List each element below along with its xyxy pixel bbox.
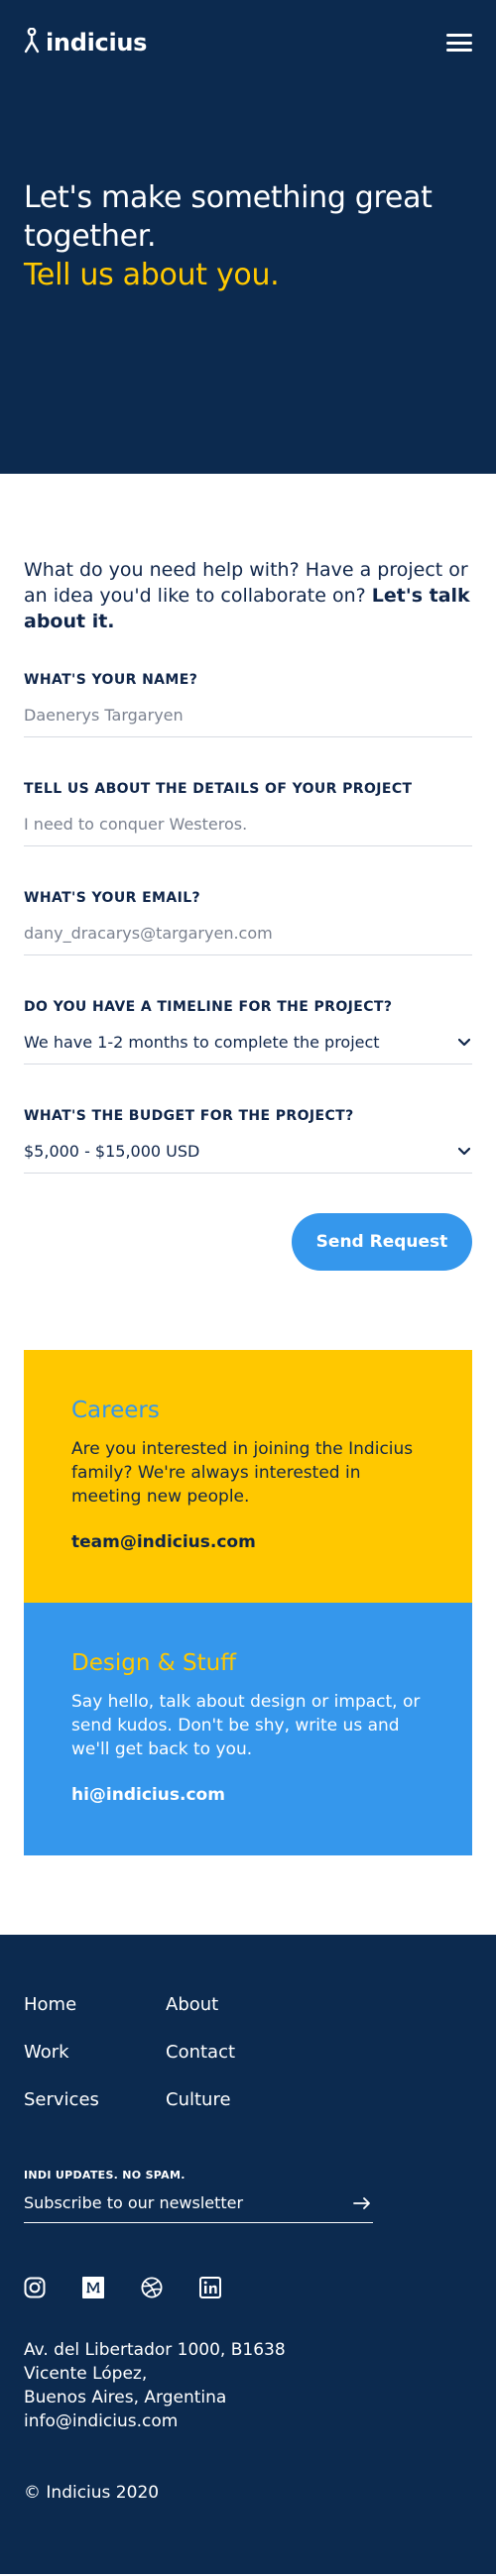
timeline-select-value: We have 1-2 months to complete the proje… [24, 1033, 380, 1052]
budget-select-value: $5,000 - $15,000 USD [24, 1142, 200, 1161]
project-details-field[interactable] [24, 815, 472, 846]
budget-select[interactable]: $5,000 - $15,000 USD [24, 1142, 472, 1174]
chevron-down-icon [456, 1035, 472, 1051]
chevron-down-icon [456, 1144, 472, 1160]
name-field-label: What's your name? [24, 672, 198, 688]
hero-section: indicius Let's make something great toge… [0, 0, 496, 474]
footer-link-home[interactable]: Home [24, 1994, 166, 2016]
name-field[interactable] [24, 706, 472, 737]
hamburger-menu-icon[interactable] [446, 32, 472, 54]
budget-field-label: What's the budget for the project? [24, 1108, 354, 1124]
hero-title: Let's make something great together. Tel… [24, 178, 472, 294]
email-field-label: What's your email? [24, 890, 201, 906]
design-card-text: Say hello, talk about design or impact, … [71, 1692, 421, 1759]
budget-field-group: What's the budget for the project? $5,00… [24, 1108, 472, 1174]
footer: Home About Work Contact Services Culture… [0, 1935, 496, 2574]
logo-link[interactable]: indicius [24, 27, 148, 57]
contact-form: What do you need help with? Have a proje… [0, 474, 496, 1271]
footer-link-services[interactable]: Services [24, 2089, 166, 2111]
newsletter-label: INDI UPDATES. NO SPAM. [24, 2169, 186, 2182]
send-wrap: Send Request [24, 1213, 472, 1271]
address-line: Av. del Libertador 1000, B1638 [24, 2340, 286, 2360]
logo-text: indicius [46, 29, 148, 56]
footer-link-work[interactable]: Work [24, 2042, 166, 2064]
medium-icon[interactable] [82, 2277, 104, 2298]
design-card-title: Design & Stuff [71, 1650, 237, 1676]
copyright: © Indicius 2020 [24, 2483, 160, 2503]
address-line: Vicente López, [24, 2364, 148, 2384]
footer-link-culture[interactable]: Culture [166, 2089, 472, 2111]
careers-card: Careers Are you interested in joining th… [24, 1350, 472, 1603]
project-field-label: Tell us about the details of your projec… [24, 781, 413, 797]
newsletter-input[interactable] [24, 2193, 321, 2212]
hero-accent-line: Tell us about you. [24, 258, 280, 292]
project-field-group: Tell us about the details of your projec… [24, 781, 472, 846]
newsletter-form [24, 2193, 373, 2223]
dribbble-icon[interactable] [141, 2277, 163, 2298]
contact-cards: Careers Are you interested in joining th… [24, 1350, 472, 1855]
social-links [24, 2277, 472, 2298]
arrow-right-icon[interactable] [353, 2195, 373, 2211]
footer-link-contact[interactable]: Contact [166, 2042, 472, 2064]
person-logo-icon [24, 27, 40, 57]
address-line: Buenos Aires, Argentina [24, 2388, 227, 2408]
footer-email-link[interactable]: info@indicius.com [24, 2411, 178, 2431]
email-field[interactable] [24, 924, 472, 955]
careers-email-link[interactable]: team@indicius.com [71, 1532, 256, 1552]
timeline-select[interactable]: We have 1-2 months to complete the proje… [24, 1033, 472, 1064]
footer-nav: Home About Work Contact Services Culture [24, 1994, 472, 2111]
design-card: Design & Stuff Say hello, talk about des… [24, 1603, 472, 1855]
form-intro: What do you need help with? Have a proje… [24, 557, 472, 634]
linkedin-icon[interactable] [199, 2277, 221, 2298]
design-email-link[interactable]: hi@indicius.com [71, 1785, 225, 1805]
careers-card-text: Are you interested in joining the Indici… [71, 1439, 414, 1507]
footer-address: Av. del Libertador 1000, B1638 Vicente L… [24, 2338, 472, 2433]
timeline-field-group: Do you have a timeline for the project? … [24, 999, 472, 1064]
careers-card-title: Careers [71, 1398, 160, 1423]
footer-link-about[interactable]: About [166, 1994, 472, 2016]
top-bar: indicius [24, 27, 472, 57]
name-field-group: What's your name? [24, 672, 472, 737]
timeline-field-label: Do you have a timeline for the project? [24, 999, 393, 1015]
email-field-group: What's your email? [24, 890, 472, 955]
instagram-icon[interactable] [24, 2277, 46, 2298]
hero-title-line: Let's make something great together. [24, 180, 433, 254]
send-request-button[interactable]: Send Request [292, 1213, 472, 1271]
